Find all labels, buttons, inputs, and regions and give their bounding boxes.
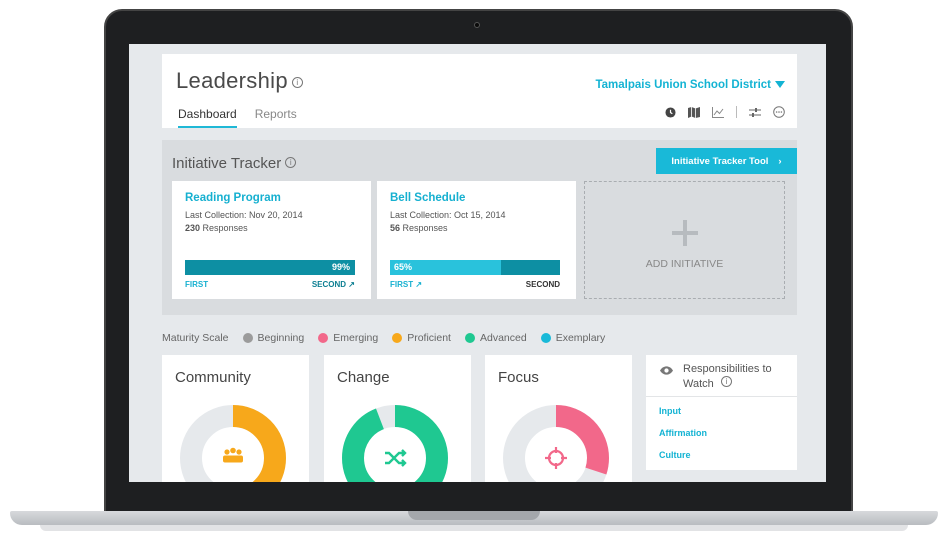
responses-count: 230 Responses <box>185 223 248 233</box>
plus-icon <box>672 220 698 246</box>
more-icon[interactable] <box>773 106 785 118</box>
add-initiative-label: ADD INITIATIVE <box>645 258 724 270</box>
legend-item: Exemplary <box>540 332 605 344</box>
info-icon[interactable]: i <box>291 77 303 88</box>
people-icon <box>223 447 243 463</box>
responsibilities-list: Input Affirmation Culture <box>646 397 797 472</box>
tab-dashboard[interactable]: Dashboard <box>178 107 237 128</box>
second-collection-link[interactable]: SECOND ↗ <box>312 280 355 289</box>
progress-bar: 65% <box>390 260 560 275</box>
domain-title: Change <box>337 369 390 386</box>
responsibilities-header: Responsibilities to Watch i <box>646 355 797 397</box>
progress-label: 65% <box>394 262 413 272</box>
responsibility-link-culture[interactable]: Culture <box>659 450 797 472</box>
responses-count: 56 Responses <box>390 223 448 233</box>
initiative-card[interactable]: Bell Schedule Last Collection: Oct 15, 2… <box>377 181 576 299</box>
responsibilities-title: Responsibilities to Watch i <box>683 363 772 390</box>
legend-dot <box>540 333 551 343</box>
chevron-right-icon: › <box>778 155 782 167</box>
maturity-scale-label: Maturity Scale <box>162 332 229 344</box>
initiative-tracker: Initiative Tracker i Initiative Tracker T… <box>162 140 797 315</box>
legend-dot <box>318 333 329 343</box>
legend-item: Proficient <box>392 332 451 344</box>
caret-down-icon <box>775 81 785 88</box>
tracker-title: Initiative Tracker i <box>172 155 297 172</box>
last-collection: Last Collection: Oct 15, 2014 <box>390 210 506 220</box>
domain-card-community[interactable]: Community <box>162 355 309 482</box>
arrow-up-right-icon: ↗ <box>415 280 423 289</box>
camera-icon <box>474 22 480 28</box>
eye-icon <box>660 366 673 375</box>
domain-card-change[interactable]: Change <box>324 355 471 482</box>
domain-title: Community <box>175 369 251 386</box>
info-icon[interactable]: i <box>720 376 732 387</box>
app-screen: Leadership i Tamalpais Union School Distr… <box>129 44 826 482</box>
sliders-icon[interactable] <box>749 106 761 118</box>
view-toolbar <box>664 106 785 118</box>
initiative-card[interactable]: Reading Program Last Collection: Nov 20,… <box>172 181 371 299</box>
progress-bar: 99% <box>185 260 355 275</box>
collection-labels: FIRST SECOND ↗ <box>185 280 355 289</box>
arrow-up-right-icon: ↗ <box>348 280 355 289</box>
initiative-name[interactable]: Reading Program <box>185 192 281 204</box>
legend-dot <box>464 333 475 343</box>
first-collection-link[interactable]: FIRST ↗ <box>390 280 422 289</box>
first-collection-link[interactable]: FIRST <box>185 280 208 289</box>
second-collection-link[interactable]: SECOND <box>526 280 560 289</box>
legend-item: Beginning <box>242 332 304 344</box>
community-donut <box>180 405 286 482</box>
map-icon[interactable] <box>688 106 700 118</box>
legend-item: Emerging <box>318 332 378 344</box>
clock-icon[interactable] <box>664 106 676 118</box>
responsibility-link-affirmation[interactable]: Affirmation <box>659 428 797 450</box>
target-icon <box>545 447 567 469</box>
page-header: Leadership i Tamalpais Union School Distr… <box>162 54 797 128</box>
legend-dot <box>242 333 253 343</box>
domain-card-focus[interactable]: Focus <box>485 355 632 482</box>
info-icon[interactable]: i <box>285 157 297 168</box>
district-selector[interactable]: Tamalpais Union School District <box>595 79 785 91</box>
donut-arc <box>342 405 448 482</box>
tab-reports[interactable]: Reports <box>255 107 297 128</box>
legend-dot <box>392 333 403 343</box>
laptop-notch <box>408 511 540 520</box>
add-initiative-button[interactable]: ADD INITIATIVE <box>584 181 785 299</box>
page-title: Leadership i <box>176 68 303 94</box>
change-donut <box>342 405 448 482</box>
tab-bar: Dashboard Reports <box>178 107 297 128</box>
maturity-scale-legend: Maturity Scale Beginning Emerging Profic… <box>162 332 605 344</box>
responsibilities-panel: Responsibilities to Watch i Input Affirm… <box>646 355 797 470</box>
shuffle-icon <box>385 449 407 467</box>
legend-item: Advanced <box>464 332 527 344</box>
collection-labels: FIRST ↗ SECOND <box>390 280 560 289</box>
domain-title: Focus <box>498 369 539 386</box>
initiative-tracker-tool-button[interactable]: Initiative Tracker Tool › <box>656 148 797 174</box>
initiative-name[interactable]: Bell Schedule <box>390 192 465 204</box>
responsibility-link-input[interactable]: Input <box>659 406 797 428</box>
last-collection: Last Collection: Nov 20, 2014 <box>185 210 303 220</box>
line-chart-icon[interactable] <box>712 106 724 118</box>
progress-label: 99% <box>331 262 350 272</box>
focus-donut <box>503 405 609 482</box>
